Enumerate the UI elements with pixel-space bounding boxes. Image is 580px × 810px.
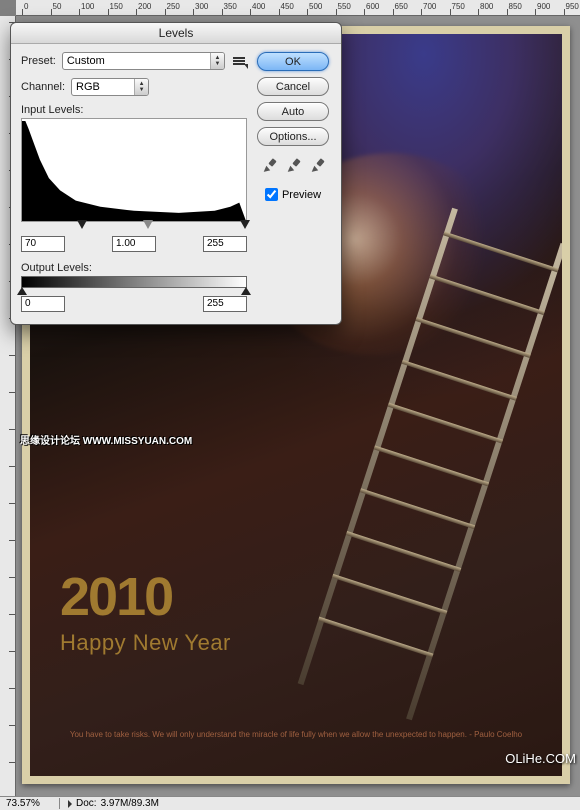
mid-point-slider[interactable] xyxy=(143,220,153,229)
status-bar: 73.57% Doc: 3.97M/89.3M xyxy=(0,796,580,810)
doc-value: 3.97M/89.3M xyxy=(101,798,159,809)
stepper-icon[interactable]: ▲▼ xyxy=(134,79,148,95)
poster-subtitle-text: Happy New Year xyxy=(60,630,231,656)
auto-button[interactable]: Auto xyxy=(257,102,329,121)
channel-label: Channel: xyxy=(21,81,65,93)
histogram[interactable] xyxy=(21,118,247,222)
output-white-slider[interactable] xyxy=(241,287,251,295)
options-button[interactable]: Options... xyxy=(257,127,329,146)
ok-button[interactable]: OK xyxy=(257,52,329,71)
output-gradient[interactable] xyxy=(21,276,247,288)
cancel-button[interactable]: Cancel xyxy=(257,77,329,96)
channel-value: RGB xyxy=(76,81,134,93)
ruler-horizontal: 0501001502002503003504004505005506006507… xyxy=(16,0,580,16)
stepper-icon[interactable]: ▲▼ xyxy=(210,53,224,69)
dialog-title: Levels xyxy=(11,23,341,44)
input-levels-label: Input Levels: xyxy=(21,104,247,116)
output-white-field[interactable] xyxy=(203,296,247,312)
black-eyedropper-icon[interactable] xyxy=(261,158,277,174)
watermark-left: 思缘设计论坛 WWW.MISSYUAN.COM xyxy=(20,432,192,447)
output-black-slider[interactable] xyxy=(17,287,27,295)
white-eyedropper-icon[interactable] xyxy=(309,158,325,174)
preview-label: Preview xyxy=(282,189,321,201)
channel-select[interactable]: RGB ▲▼ xyxy=(71,78,149,96)
preset-menu-icon[interactable] xyxy=(231,54,247,68)
zoom-level[interactable]: 73.57% xyxy=(6,798,60,809)
input-mid-field[interactable] xyxy=(112,236,156,252)
watermark-right: OLiHe.COM xyxy=(505,751,576,766)
preset-value: Custom xyxy=(67,55,210,67)
output-black-field[interactable] xyxy=(21,296,65,312)
black-point-slider[interactable] xyxy=(77,220,87,229)
doc-size-readout[interactable]: Doc: 3.97M/89.3M xyxy=(60,798,159,809)
eyedropper-group xyxy=(261,158,325,174)
preset-label: Preset: xyxy=(21,55,56,67)
white-point-slider[interactable] xyxy=(240,220,250,229)
input-slider-track[interactable] xyxy=(21,222,247,234)
doc-label: Doc: xyxy=(76,798,97,809)
poster-quote-text: You have to take risks. We will only und… xyxy=(60,730,532,740)
preview-checkbox-row[interactable]: Preview xyxy=(265,188,321,201)
input-white-field[interactable] xyxy=(203,236,247,252)
levels-dialog[interactable]: Levels Preset: Custom ▲▼ Channel: RGB ▲▼… xyxy=(10,22,342,325)
disclosure-triangle-icon[interactable] xyxy=(68,800,72,808)
preview-checkbox[interactable] xyxy=(265,188,278,201)
preset-select[interactable]: Custom ▲▼ xyxy=(62,52,225,70)
output-levels-label: Output Levels: xyxy=(21,262,247,274)
poster-year-text: 2010 xyxy=(60,566,172,628)
input-black-field[interactable] xyxy=(21,236,65,252)
gray-eyedropper-icon[interactable] xyxy=(285,158,301,174)
